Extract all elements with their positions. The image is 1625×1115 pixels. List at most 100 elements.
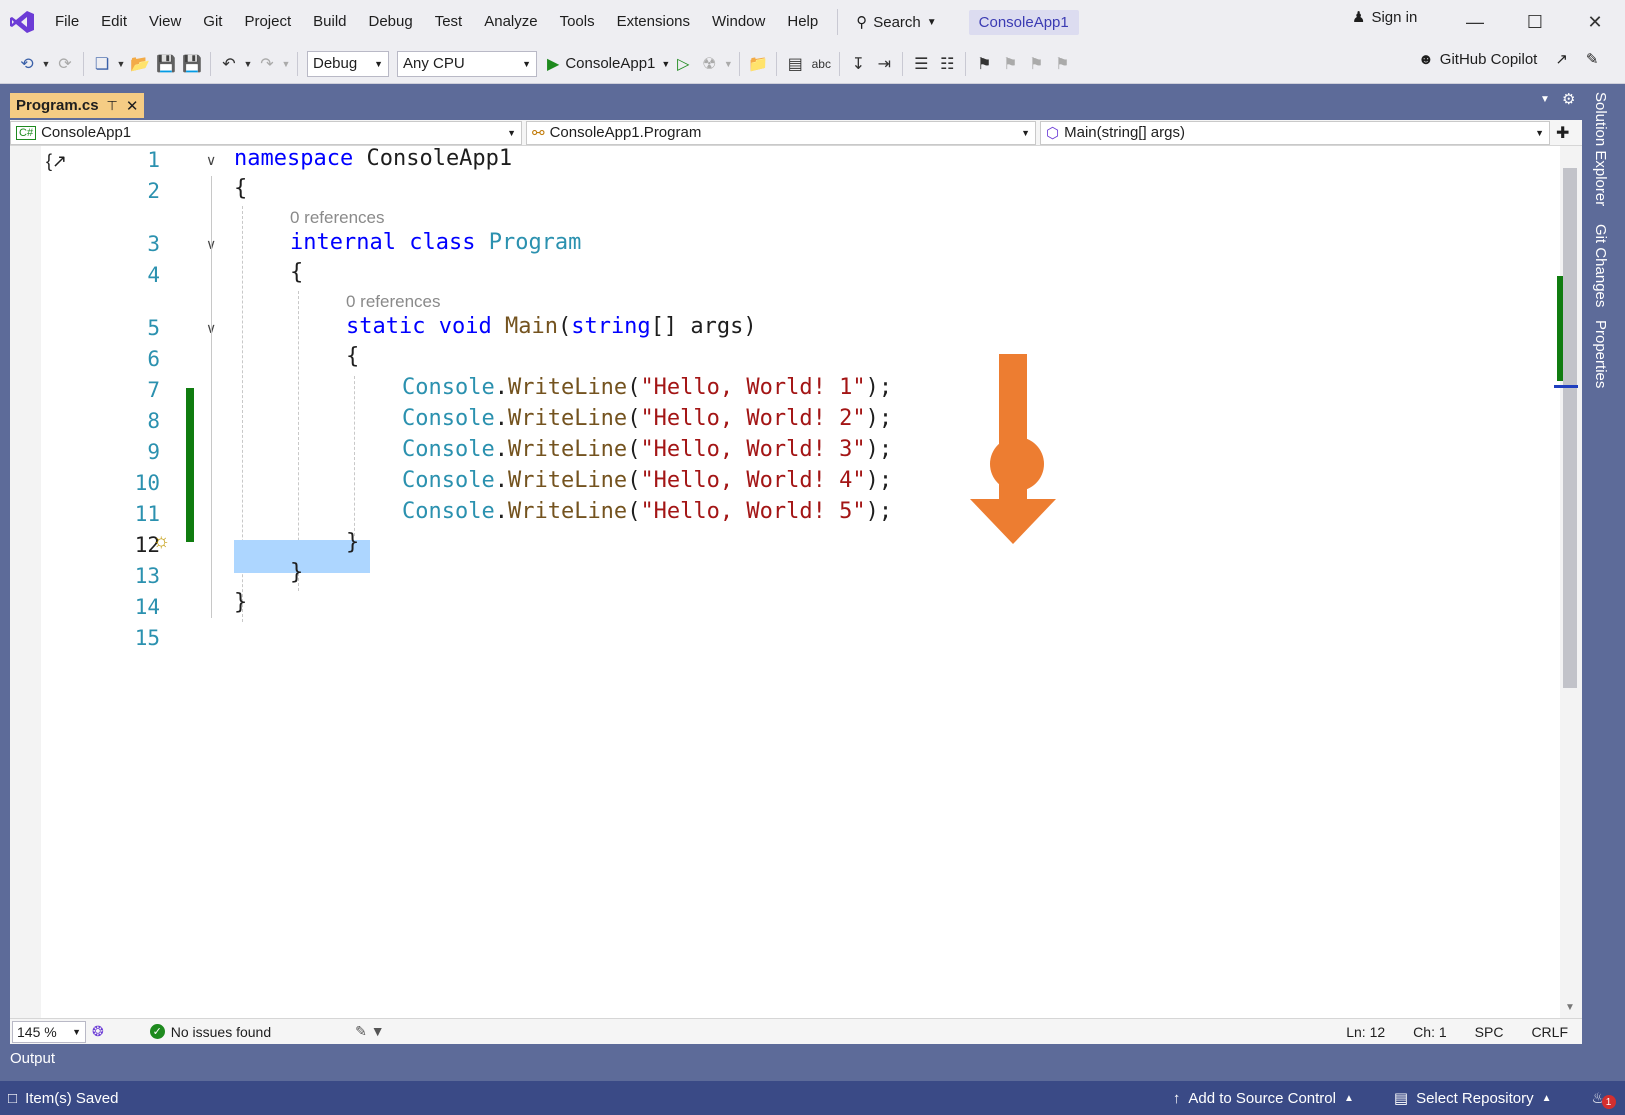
chevron-down-icon[interactable]: ▼ <box>280 51 292 77</box>
feedback-icon[interactable]: ✎ <box>1586 50 1599 68</box>
chevron-down-icon: ▼ <box>926 16 937 28</box>
scrollbar-thumb[interactable] <box>1563 168 1577 688</box>
issues-indicator[interactable]: ✓ No issues found <box>149 1023 272 1040</box>
navigate-forward-icon[interactable]: ⟳ <box>52 51 78 77</box>
menu-file[interactable]: File <box>44 7 90 37</box>
github-copilot-button[interactable]: ☻ GitHub Copilot ↗ ✎ <box>1418 50 1599 69</box>
undo-icon[interactable]: ↶ <box>216 51 242 77</box>
codelens-references[interactable]: 0 references <box>290 208 385 228</box>
class-name: Console <box>402 499 495 524</box>
scroll-down-icon[interactable]: ▼ <box>1565 1002 1575 1013</box>
chevron-down-icon[interactable]: ▼ <box>40 51 52 77</box>
menu-extensions[interactable]: Extensions <box>606 7 701 37</box>
output-panel-tab[interactable]: Output <box>10 1050 55 1067</box>
cleanup-icon[interactable]: ✎ ▼ <box>355 1023 384 1040</box>
tab-list-dropdown-icon[interactable]: ▼ <box>1540 94 1550 105</box>
menu-build[interactable]: Build <box>302 7 357 37</box>
clear-bookmarks-icon[interactable]: ⚑ <box>1049 51 1075 77</box>
search-button[interactable]: ⚲ Search ▼ <box>846 13 946 32</box>
code-line-5: static void Main(string[] args) <box>346 314 757 339</box>
codelens-references[interactable]: 0 references <box>346 292 441 312</box>
previous-bookmark-icon[interactable]: ⚑ <box>997 51 1023 77</box>
tab-program-cs[interactable]: Program.cs ⊤ ✕ <box>10 93 145 118</box>
toolbar-divider <box>776 51 778 76</box>
save-icon[interactable]: 💾 <box>153 51 179 77</box>
menu-edit[interactable]: Edit <box>90 7 138 37</box>
solution-explorer-tab[interactable]: Solution Explorer <box>1592 92 1609 206</box>
open-folder-icon[interactable]: 📂 <box>127 51 153 77</box>
menu-git[interactable]: Git <box>192 7 233 37</box>
chevron-down-icon[interactable]: ▼ <box>242 51 254 77</box>
method-name: WriteLine <box>507 375 628 400</box>
save-all-icon[interactable]: 💾 <box>179 51 205 77</box>
navigate-back-icon[interactable]: ⟲ <box>14 51 40 77</box>
menu-view[interactable]: View <box>138 7 192 37</box>
browse-folder-icon[interactable]: 📁 <box>745 51 771 77</box>
select-repository-button[interactable]: ▤ Select Repository ▲ <box>1394 1089 1552 1108</box>
step-over-icon[interactable]: ⇥ <box>871 51 897 77</box>
line-number: 7 <box>147 378 160 402</box>
type-dropdown[interactable]: ⚯ ConsoleApp1.Program ▼ <box>526 120 1036 145</box>
configuration-select[interactable]: Debug ▼ <box>307 50 389 77</box>
bookmark-icon[interactable]: ⚑ <box>971 51 997 77</box>
member-dropdown[interactable]: ⬡ Main(string[] args) ▼ <box>1040 120 1550 145</box>
line-number: 6 <box>147 347 160 371</box>
chevron-down-icon: ▼ <box>507 127 516 138</box>
comment-lines-icon[interactable]: ☰ <box>908 51 934 77</box>
change-tracking-bar <box>186 388 194 542</box>
project-dropdown[interactable]: C# ConsoleApp1 ▼ <box>10 120 522 145</box>
hot-reload-icon[interactable]: ☢ <box>696 51 722 77</box>
string-literal: "Hello, World! 2" <box>640 406 866 431</box>
git-changes-tab[interactable]: Git Changes <box>1592 224 1609 307</box>
sign-in-button[interactable]: ♟ Sign in <box>1352 8 1417 27</box>
new-project-icon[interactable]: ❏ <box>89 51 115 77</box>
menu-test[interactable]: Test <box>424 7 474 37</box>
menu-analyze[interactable]: Analyze <box>473 7 548 37</box>
close-window-button[interactable]: ✕ <box>1572 6 1618 38</box>
code-editor[interactable]: {↗ 1 2 3 4 5 6 7 8 9 10 11 12 13 14 15 ☼… <box>10 146 1582 1023</box>
chevron-down-icon[interactable]: ▼ <box>115 51 127 77</box>
minimize-button[interactable]: — <box>1452 6 1498 38</box>
menu-window[interactable]: Window <box>701 7 776 37</box>
next-bookmark-icon[interactable]: ⚑ <box>1023 51 1049 77</box>
intellicode-icon[interactable]: ❂ <box>92 1023 104 1040</box>
start-debugging-button[interactable]: ▶ ConsoleApp1 ▼ <box>547 54 670 74</box>
class-name: Console <box>402 375 495 400</box>
project-name: ConsoleApp1 <box>41 124 132 141</box>
whitespace-indicator[interactable]: SPC <box>1461 1024 1518 1040</box>
start-without-debugging-icon[interactable]: ▷ <box>670 51 696 77</box>
layout-icon[interactable]: ▤ <box>782 51 808 77</box>
notifications-button[interactable]: ♨ 1 <box>1592 1089 1616 1109</box>
menu-project[interactable]: Project <box>233 7 302 37</box>
punctuation: ); <box>865 375 893 400</box>
line-ending-indicator[interactable]: CRLF <box>1517 1024 1582 1040</box>
visual-studio-logo-icon[interactable] <box>0 0 44 44</box>
class-name: Program <box>488 230 582 255</box>
menu-help[interactable]: Help <box>776 7 829 37</box>
lightbulb-icon[interactable]: ☼ <box>152 530 170 553</box>
solution-name: ConsoleApp1 <box>968 9 1079 35</box>
menu-debug[interactable]: Debug <box>358 7 424 37</box>
platform-select[interactable]: Any CPU ▼ <box>397 50 537 77</box>
pin-icon[interactable]: ⊤ <box>107 98 118 114</box>
uncomment-lines-icon[interactable]: ☷ <box>934 51 960 77</box>
close-icon[interactable]: ✕ <box>126 97 139 115</box>
spell-check-icon[interactable]: abc <box>808 51 834 77</box>
add-to-source-control-button[interactable]: ↑ Add to Source Control ▲ <box>1173 1090 1354 1107</box>
column-indicator[interactable]: Ch: 1 <box>1399 1024 1460 1040</box>
properties-tab[interactable]: Properties <box>1592 320 1609 388</box>
issues-label: No issues found <box>170 1023 272 1040</box>
maximize-button[interactable]: ☐ <box>1512 6 1558 38</box>
step-into-icon[interactable]: ↧ <box>845 51 871 77</box>
collapse-namespace-icon[interactable]: ∨ <box>206 152 216 169</box>
share-icon[interactable]: ↗ <box>1555 50 1568 68</box>
redo-icon[interactable]: ↷ <box>254 51 280 77</box>
line-number: 10 <box>134 471 160 495</box>
punctuation: ( <box>627 375 641 400</box>
chevron-down-icon[interactable]: ▼ <box>722 51 734 77</box>
gear-icon[interactable]: ⚙ <box>1562 90 1575 108</box>
split-window-icon[interactable]: ✚ <box>1556 123 1569 143</box>
zoom-select[interactable]: 145 % ▼ <box>12 1020 86 1043</box>
line-indicator[interactable]: Ln: 12 <box>1332 1024 1399 1040</box>
menu-tools[interactable]: Tools <box>549 7 606 37</box>
